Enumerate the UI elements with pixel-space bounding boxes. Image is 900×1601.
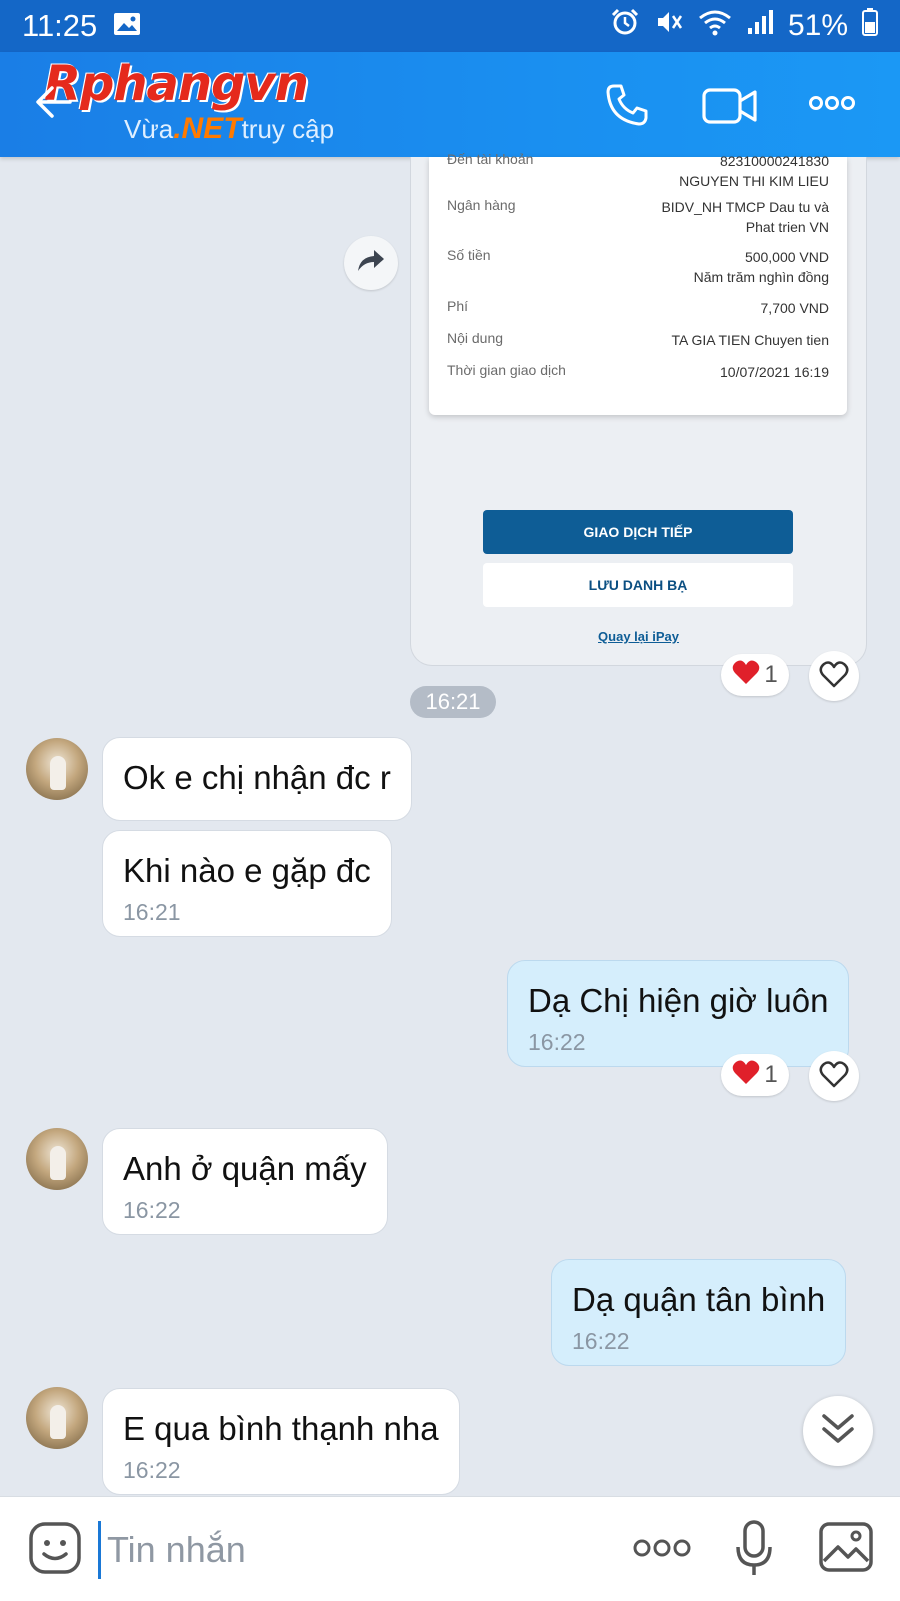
reaction-count-pill[interactable]: 1 xyxy=(721,1054,789,1096)
logo-sub-text: Vừa.NETtruy cập xyxy=(124,112,335,145)
heart-icon xyxy=(732,659,760,692)
next-transaction-button: GIAO DỊCH TIẾP xyxy=(483,510,793,554)
heart-outline-icon xyxy=(819,660,849,693)
message-bubble-incoming[interactable]: Ok e chị nhận đc r xyxy=(102,737,412,821)
battery-percent: 51% xyxy=(787,9,848,42)
avatar[interactable] xyxy=(26,1387,88,1449)
receipt-row-fee: Phí 7,700 VND xyxy=(447,298,829,316)
more-icon[interactable] xyxy=(808,94,856,117)
message-composer xyxy=(0,1496,900,1601)
alarm-icon xyxy=(610,7,640,45)
reaction-count: 1 xyxy=(764,661,778,688)
share-button[interactable] xyxy=(344,236,398,290)
message-bubble-incoming[interactable]: Khi nào e gặp đc 16:21 xyxy=(102,830,392,937)
heart-icon xyxy=(732,1059,760,1092)
message-time: 16:22 xyxy=(123,1197,181,1223)
message-bubble-incoming[interactable]: E qua bình thạnh nha 16:22 xyxy=(102,1388,460,1495)
receipt-row-amount: Số tiền 500,000 VND Năm trăm nghìn đồng xyxy=(447,247,829,285)
message-time: 16:21 xyxy=(123,899,181,925)
avatar[interactable] xyxy=(26,1128,88,1190)
receipt-account-number: 82310000241830 xyxy=(719,153,829,169)
back-to-ipay-link: Quay lại iPay xyxy=(598,629,679,644)
video-call-icon[interactable] xyxy=(702,86,758,131)
reaction-count: 1 xyxy=(764,1061,778,1088)
message-time: 16:22 xyxy=(528,1029,586,1055)
message-bubble-outgoing[interactable]: Dạ quận tân bình 16:22 xyxy=(551,1259,847,1366)
receipt-row-account: Đến tài khoản 82310000241830 NGUYEN THI K… xyxy=(447,151,829,189)
gallery-icon[interactable] xyxy=(818,1521,874,1578)
mic-icon[interactable] xyxy=(734,1519,774,1584)
status-bar: 11:25 51% xyxy=(0,0,900,52)
react-button[interactable] xyxy=(809,651,859,701)
message-input[interactable] xyxy=(98,1521,609,1579)
heart-outline-icon xyxy=(819,1060,849,1093)
save-contact-button: LƯU DANH BẠ xyxy=(483,563,793,607)
chevron-double-down-icon xyxy=(820,1412,856,1451)
message-time: 16:22 xyxy=(572,1328,630,1354)
time-divider: 16:21 xyxy=(410,686,496,718)
phone-icon[interactable] xyxy=(604,82,650,133)
avatar[interactable] xyxy=(26,738,88,800)
receipt-row-bank: Ngân hàng BIDV_NH TMCP Dau tu và Phat tri… xyxy=(447,197,829,235)
chat-header: Rphangvn Vừa.NETtruy cập xyxy=(0,52,900,157)
wifi-icon xyxy=(698,8,732,44)
signal-icon xyxy=(746,8,774,44)
message-time: 16:22 xyxy=(123,1457,181,1483)
receipt-row-content: Nội dung TA GIA TIEN Chuyen tien xyxy=(447,330,829,348)
battery-icon xyxy=(862,8,878,44)
more-options-icon[interactable] xyxy=(632,1537,692,1564)
sticker-icon[interactable] xyxy=(28,1521,82,1580)
reaction-count-pill[interactable]: 1 xyxy=(721,654,789,696)
scroll-to-bottom-button[interactable] xyxy=(803,1396,873,1466)
mute-icon xyxy=(654,7,684,45)
message-bubble-outgoing[interactable]: Dạ Chị hiện giờ luôn 16:22 xyxy=(507,960,850,1067)
image-icon xyxy=(113,8,141,44)
transfer-receipt: Đến tài khoản 82310000241830 NGUYEN THI K… xyxy=(429,151,847,415)
share-icon xyxy=(356,248,386,279)
message-bubble-incoming[interactable]: Anh ở quận mấy 16:22 xyxy=(102,1128,388,1235)
status-time: 11:25 xyxy=(22,8,98,43)
back-arrow-icon[interactable] xyxy=(34,82,84,126)
receipt-account-name: NGUYEN THI KIM LIEU xyxy=(679,173,829,189)
receipt-row-time: Thời gian giao dịch 10/07/2021 16:19 xyxy=(447,362,829,380)
shared-image-message[interactable]: Đến tài khoản 82310000241830 NGUYEN THI K… xyxy=(410,151,867,666)
react-button[interactable] xyxy=(809,1051,859,1101)
